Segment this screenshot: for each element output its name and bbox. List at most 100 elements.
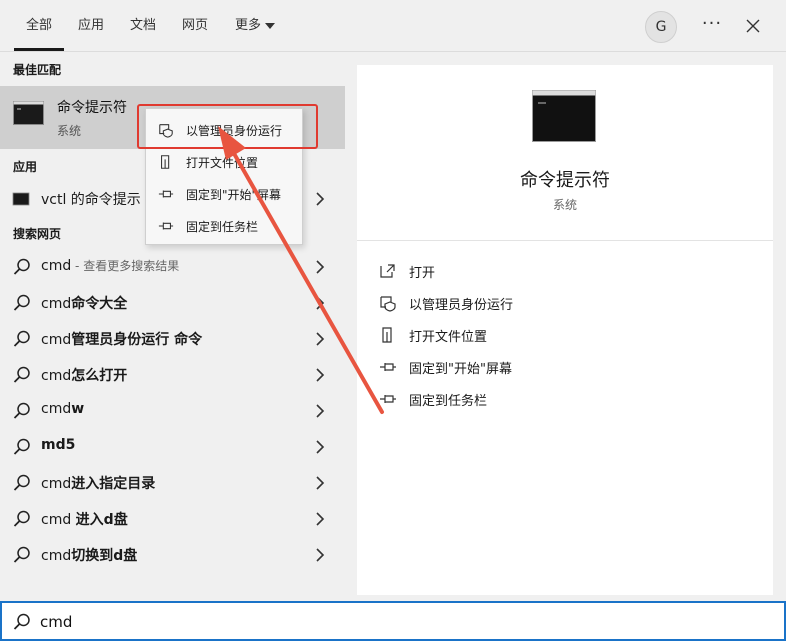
chevron-right-icon[interactable]	[314, 439, 326, 455]
file-location-icon	[161, 155, 170, 169]
chevron-right-icon[interactable]	[314, 259, 326, 275]
top-bar: 全部 应用 文档 网页 更多 G ···	[0, 0, 786, 52]
web-result-bold: 进入指定目录	[71, 476, 156, 492]
chevron-right-icon[interactable]	[314, 547, 326, 563]
web-result-bold: md5	[41, 437, 76, 453]
section-best-match: 最佳匹配	[13, 63, 62, 77]
web-result-prefix: cmd	[41, 401, 72, 417]
ctx-open-file-location-label: 打开文件位置	[186, 156, 259, 170]
web-result-label: cmd进入指定目录	[41, 473, 155, 493]
best-match-subtitle: 系统	[57, 124, 82, 138]
tab-more-label: 更多	[235, 18, 262, 33]
web-result-item[interactable]: cmd管理员身份运行 命令	[0, 321, 345, 357]
more-options-icon[interactable]: ···	[700, 14, 724, 38]
terminal-icon	[12, 192, 30, 206]
web-result-bold: 管理员身份运行 命令	[71, 332, 203, 348]
web-result-item[interactable]: cmd进入指定目录	[0, 465, 345, 501]
pin-icon	[380, 363, 396, 371]
chevron-right-icon[interactable]	[314, 191, 326, 207]
web-result-prefix: cmd	[41, 476, 72, 492]
active-tab-indicator	[14, 48, 64, 51]
tab-documents[interactable]: 文档	[130, 16, 156, 36]
search-icon	[13, 330, 30, 347]
search-icon	[13, 402, 30, 419]
close-icon[interactable]	[742, 15, 764, 37]
web-result-label: cmd - 查看更多搜索结果	[41, 257, 179, 274]
web-result-item[interactable]: cmdw	[0, 393, 345, 429]
open-icon	[380, 264, 395, 278]
web-result-item[interactable]: cmd - 查看更多搜索结果	[0, 249, 345, 285]
chevron-right-icon[interactable]	[314, 331, 326, 347]
web-result-prefix: cmd	[41, 332, 72, 348]
web-result-prefix: cmd	[41, 512, 76, 528]
caret-down-icon	[265, 22, 276, 29]
web-result-bold: 命令大全	[71, 296, 128, 312]
action-run-as-admin-label: 以管理员身份运行	[409, 298, 514, 313]
web-result-label: cmdw	[41, 401, 84, 417]
tab-all[interactable]: 全部	[26, 16, 52, 36]
web-result-label: cmd管理员身份运行 命令	[41, 329, 202, 349]
web-result-label: cmd切换到d盘	[41, 545, 137, 565]
web-result-prefix: cmd	[41, 368, 72, 384]
action-pin-taskbar-label: 固定到任务栏	[409, 394, 488, 409]
detail-title: 命令提示符	[520, 170, 610, 191]
section-apps: 应用	[13, 160, 38, 174]
tab-apps[interactable]: 应用	[78, 16, 104, 36]
action-run-as-admin[interactable]: 以管理员身份运行	[379, 292, 759, 314]
chevron-right-icon[interactable]	[314, 367, 326, 383]
best-match-title: 命令提示符	[57, 100, 127, 116]
detail-pane: 命令提示符 系统 打开 以管理员身份运行 打开文件位置 固定到"开始"屏幕 固定…	[357, 65, 773, 595]
action-pin-start[interactable]: 固定到"开始"屏幕	[379, 356, 759, 378]
web-result-hint: - 查看更多搜索结果	[71, 259, 180, 273]
ctx-pin-start[interactable]: 固定到"开始"屏幕	[146, 179, 302, 209]
web-result-bold: w	[71, 401, 85, 417]
tab-more[interactable]: 更多	[235, 16, 276, 36]
search-icon	[13, 613, 30, 630]
search-input[interactable]	[40, 609, 740, 635]
web-result-item[interactable]: cmd切换到d盘	[0, 537, 345, 573]
pin-icon	[158, 222, 174, 230]
web-result-item[interactable]: cmd怎么打开	[0, 357, 345, 393]
section-web: 搜索网页	[13, 227, 62, 241]
divider	[357, 240, 773, 241]
search-icon	[13, 438, 30, 455]
ctx-pin-taskbar-label: 固定到任务栏	[186, 220, 259, 234]
web-result-prefix: cmd	[41, 258, 72, 274]
web-result-bold: 切换到d盘	[71, 548, 138, 564]
web-result-item[interactable]: md5	[0, 429, 345, 465]
action-open[interactable]: 打开	[379, 260, 759, 282]
action-open-file-location-label: 打开文件位置	[409, 330, 488, 345]
ctx-pin-start-label: 固定到"开始"屏幕	[186, 188, 282, 202]
chevron-right-icon[interactable]	[314, 511, 326, 527]
search-icon	[13, 366, 30, 383]
search-icon	[13, 474, 30, 491]
account-avatar[interactable]: G	[645, 11, 677, 43]
action-open-label: 打开	[409, 266, 436, 281]
pin-icon	[380, 395, 396, 403]
action-pin-taskbar[interactable]: 固定到任务栏	[379, 388, 759, 410]
action-open-file-location[interactable]: 打开文件位置	[379, 324, 759, 346]
highlight-box	[137, 104, 318, 149]
action-pin-start-label: 固定到"开始"屏幕	[409, 362, 512, 377]
tab-web[interactable]: 网页	[182, 16, 208, 36]
web-result-item[interactable]: cmd 进入d盘	[0, 501, 345, 537]
web-result-label: cmd怎么打开	[41, 365, 127, 385]
ctx-pin-taskbar[interactable]: 固定到任务栏	[146, 211, 302, 241]
shield-icon	[380, 296, 396, 312]
ctx-open-file-location[interactable]: 打开文件位置	[146, 147, 302, 177]
search-icon	[13, 294, 30, 311]
chevron-right-icon[interactable]	[314, 295, 326, 311]
search-icon	[13, 546, 30, 563]
pin-icon	[158, 190, 174, 198]
web-result-label: cmd 进入d盘	[41, 509, 128, 529]
web-result-item[interactable]: cmd命令大全	[0, 285, 345, 321]
app-item-label: vctl 的命令提示	[41, 192, 141, 208]
search-bar	[0, 601, 786, 641]
web-result-prefix: cmd	[41, 548, 72, 564]
search-icon	[13, 510, 30, 527]
chevron-right-icon[interactable]	[314, 403, 326, 419]
chevron-right-icon[interactable]	[314, 475, 326, 491]
web-result-bold: 进入d盘	[75, 512, 128, 528]
search-icon	[13, 258, 30, 275]
file-location-icon	[382, 327, 392, 343]
